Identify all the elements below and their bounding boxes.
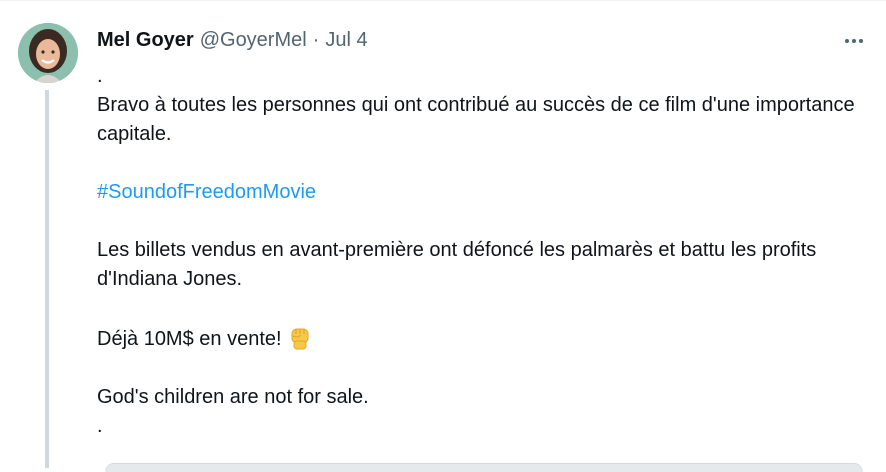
text-paragraph-3: Déjà 10M$ en vente! [97,328,282,350]
tweet-header: Mel Goyer @GoyerMel · Jul 4 [97,26,368,54]
tweet-text: . Bravo à toutes les personnes qui ont c… [97,62,872,441]
tweet[interactable]: Mel Goyer @GoyerMel · Jul 4 . Bravo à to… [0,0,886,472]
text-paragraph-2: Les billets vendus en avant-première ont… [97,239,817,290]
avatar[interactable] [18,23,78,83]
avatar-image [18,23,78,83]
text-dot-top: . [97,65,103,87]
author-name[interactable]: Mel Goyer [97,29,194,52]
header-separator: · [312,28,320,51]
text-paragraph-4: God's children are not for sale. [97,386,369,408]
tweet-date[interactable]: Jul 4 [325,29,367,52]
text-paragraph-3-line: Déjà 10M$ en vente! [97,323,872,354]
raised-fist-icon [291,328,309,350]
thread-line [45,90,49,468]
top-divider [0,0,886,1]
text-dot-bottom: . [97,415,103,437]
author-handle[interactable]: @GoyerMel [200,29,307,52]
hashtag-link[interactable]: #SoundofFreedomMovie [97,181,316,203]
more-options-button[interactable] [840,31,868,51]
more-horizontal-icon [844,39,865,43]
text-paragraph-1: Bravo à toutes les personnes qui ont con… [97,94,855,145]
